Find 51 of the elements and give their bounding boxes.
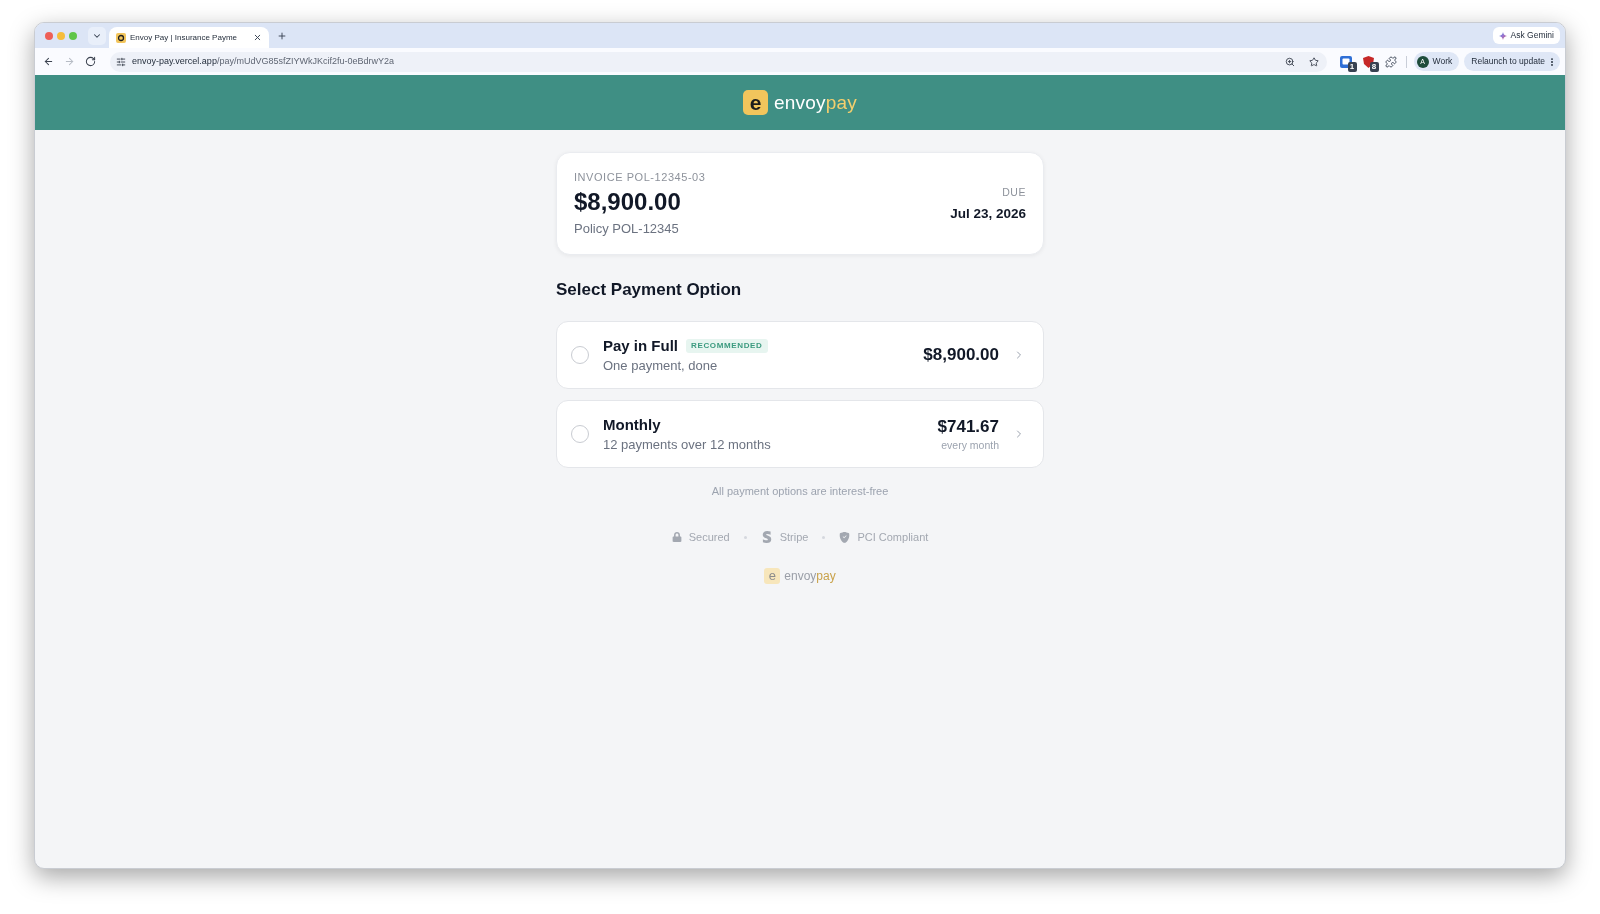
- radio-button[interactable]: [571, 346, 589, 364]
- logo-mark: e: [764, 568, 781, 584]
- zoom-icon[interactable]: [1284, 56, 1295, 67]
- logo-wordmark: envoypay: [784, 570, 836, 582]
- extensions-puzzle-icon[interactable]: [1384, 55, 1397, 68]
- s-logo-icon: [760, 531, 773, 543]
- address-bar[interactable]: envoy-pay.vercel.app/pay/mUdVG85sfZIYWkJKcif2fu-0eBdrwY2a: [110, 51, 1327, 72]
- trust-label: PCI Compliant: [857, 530, 929, 544]
- recommended-badge: RECOMMENDED: [686, 338, 768, 353]
- new-tab-icon[interactable]: [277, 30, 287, 41]
- window-extension-icon[interactable]: [1339, 55, 1352, 68]
- close-window-icon[interactable]: [45, 31, 53, 40]
- invoice-number: INVOICE POL-12345-03: [574, 170, 706, 184]
- relaunch-button[interactable]: Relaunch to update: [1464, 52, 1560, 71]
- favicon-icon: [116, 32, 126, 43]
- ask-gemini-button[interactable]: Ask Gemini: [1492, 27, 1560, 44]
- browser-tab[interactable]: Envoy Pay | Insurance Payme: [109, 27, 269, 48]
- due-label: DUE: [1002, 185, 1026, 199]
- section-title: Select Payment Option: [556, 280, 743, 300]
- radio-button[interactable]: [571, 425, 589, 443]
- bookmark-star-icon[interactable]: [1308, 56, 1319, 67]
- invoice-amount: $8,900.00: [574, 188, 682, 216]
- shield-check-icon: [839, 531, 851, 543]
- trust-label: Secured: [688, 530, 730, 544]
- shield-extension-icon[interactable]: [1362, 55, 1374, 68]
- due-date: Jul 23, 2026: [950, 204, 1026, 222]
- reload-icon[interactable]: [85, 56, 96, 67]
- tab-title: Envoy Pay | Insurance Payme: [130, 31, 238, 44]
- lock-icon: [671, 532, 682, 542]
- payment-option-card[interactable]: Monthly 12 payments over 12 months $741.67 every month: [556, 400, 1044, 468]
- profile-label: Work: [1432, 55, 1453, 68]
- sparkle-icon: [1498, 31, 1507, 40]
- option-title: Monthly: [603, 415, 661, 434]
- logo-wordmark: envoypay: [774, 93, 857, 112]
- option-description: One payment, done: [603, 357, 719, 374]
- extension-badge: 8: [1369, 61, 1379, 72]
- logo-mark: e: [743, 90, 769, 115]
- option-amount: $8,900.00: [923, 345, 999, 365]
- extension-badge: 1: [1347, 61, 1357, 72]
- trust-label: Stripe: [779, 530, 809, 544]
- payment-option-card[interactable]: Pay in Full RECOMMENDED One payment, done $8,900.00: [556, 321, 1044, 389]
- option-amount: $741.67: [937, 416, 999, 437]
- amount-period: every month: [941, 438, 999, 452]
- interest-free-note: All payment options are interest-free: [710, 484, 890, 498]
- option-title: Pay in Full: [603, 336, 678, 355]
- policy-number: Policy POL-12345: [574, 221, 680, 237]
- site-settings-icon[interactable]: [116, 56, 126, 67]
- option-description: 12 payments over 12 months: [603, 436, 771, 453]
- close-tab-icon[interactable]: [253, 33, 262, 42]
- url-text: envoy-pay.vercel.app/pay/mUdVG85sfZIYWkJKcif2fu-0eBdrwY2a: [132, 54, 394, 68]
- back-arrow-icon[interactable]: [43, 56, 54, 67]
